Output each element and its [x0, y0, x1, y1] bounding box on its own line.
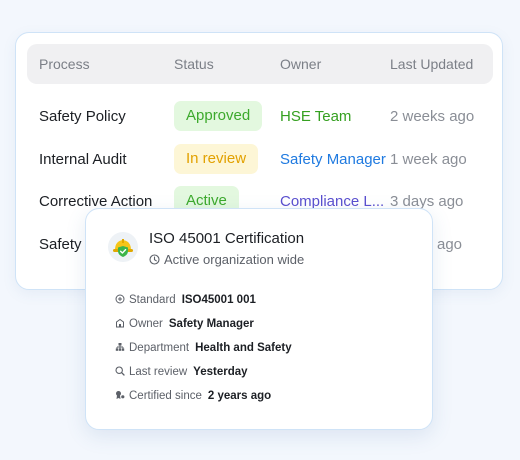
- safety-helmet-icon: [108, 232, 138, 262]
- popup-title: ISO 45001 Certification: [149, 230, 305, 247]
- detail-department: Department Health and Safety: [115, 342, 292, 355]
- clock-icon: [149, 253, 160, 268]
- status-badge: In review: [174, 144, 259, 174]
- certified-icon: [115, 390, 126, 403]
- last-updated: 2 weeks ago: [390, 108, 475, 125]
- table-row[interactable]: Internal Audit In review Safety Manager …: [16, 144, 502, 176]
- last-updated: 1 week ago: [390, 151, 467, 168]
- owner-link[interactable]: Safety Manager: [280, 151, 386, 168]
- column-header-status[interactable]: Status: [174, 56, 214, 72]
- column-header-process[interactable]: Process: [39, 56, 90, 72]
- process-name: Internal Audit: [39, 151, 127, 168]
- process-name: Safety: [39, 236, 82, 253]
- status-badge: Approved: [174, 101, 263, 131]
- popup-subtitle-text: Active organization wide: [164, 252, 305, 267]
- detail-standard: Standard ISO45001 001: [115, 294, 256, 307]
- table-row[interactable]: Safety Policy Approved HSE Team 2 weeks …: [16, 101, 502, 133]
- column-header-owner[interactable]: Owner: [280, 56, 321, 72]
- table-header: Process Status Owner Last Updated: [27, 44, 493, 84]
- column-header-last-updated[interactable]: Last Updated: [390, 56, 473, 72]
- last-updated: ago: [437, 236, 463, 253]
- review-icon: [115, 366, 126, 379]
- certification-popup: ISO 45001 Certification Active organizat…: [85, 208, 433, 430]
- process-name: Safety Policy: [39, 108, 126, 125]
- standard-icon: [115, 294, 126, 307]
- detail-certified-since: Certified since 2 years ago: [115, 390, 271, 403]
- owner-icon: [115, 318, 126, 331]
- detail-owner: Owner Safety Manager: [115, 318, 254, 331]
- popup-subtitle: Active organization wide: [149, 252, 304, 268]
- owner-link[interactable]: HSE Team: [280, 108, 351, 125]
- detail-last-review: Last review Yesterday: [115, 366, 248, 379]
- department-icon: [115, 342, 126, 355]
